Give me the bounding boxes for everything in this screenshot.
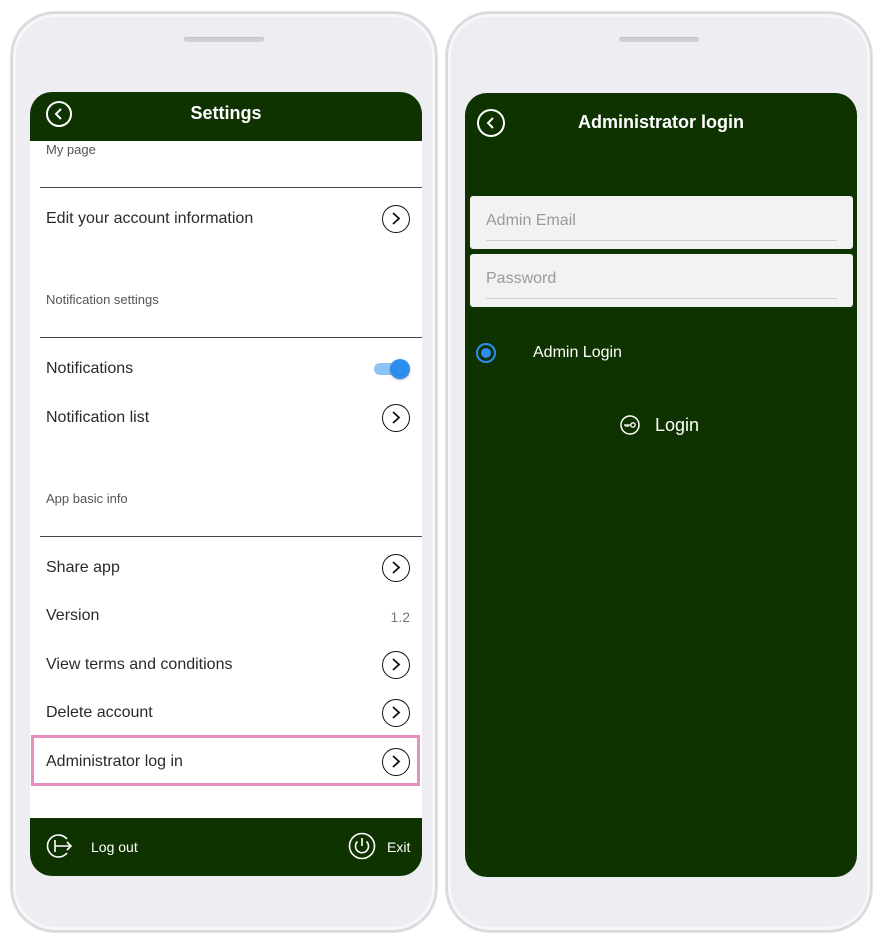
password-field[interactable] <box>470 254 853 307</box>
logout-label[interactable]: Log out <box>91 839 138 855</box>
chevron-right-icon[interactable] <box>382 554 410 582</box>
chevron-right-icon[interactable] <box>382 699 410 727</box>
chevron-right-icon[interactable] <box>382 651 410 679</box>
admin-login-radio[interactable] <box>476 343 496 363</box>
settings-header: Settings <box>30 92 422 141</box>
version-label: Version <box>46 607 100 624</box>
input-underline <box>486 298 837 299</box>
input-underline <box>486 240 837 241</box>
delete-account-label[interactable]: Delete account <box>46 704 153 722</box>
page-title: Administrator login <box>578 112 744 132</box>
page-title: Settings <box>190 103 262 123</box>
notifications-label: Notifications <box>46 360 134 377</box>
phone-frame-left: Settings My page Edit your account infor… <box>11 12 437 932</box>
version-value: 1.2 <box>390 609 410 625</box>
password-input[interactable] <box>486 266 836 292</box>
toggle-knob <box>390 359 410 379</box>
exit-label[interactable]: Exit <box>387 839 410 855</box>
section-app-basic-info: App basic info <box>46 491 128 506</box>
bottom-bar: Log out Exit <box>30 818 422 876</box>
power-icon[interactable] <box>348 832 376 860</box>
divider <box>40 337 422 338</box>
notification-list-label[interactable]: Notification list <box>46 409 149 427</box>
phone-frame-right: Administrator login Admin Login Login <box>446 12 872 932</box>
section-notification-settings: Notification settings <box>46 292 159 307</box>
admin-email-input[interactable] <box>486 208 836 234</box>
section-my-page: My page <box>46 142 96 157</box>
phone-speaker <box>619 37 699 42</box>
logout-icon[interactable] <box>45 832 73 860</box>
view-terms-label[interactable]: View terms and conditions <box>46 656 232 674</box>
admin-login-radio-label[interactable]: Admin Login <box>533 344 622 362</box>
key-icon <box>620 415 640 435</box>
notifications-toggle[interactable] <box>374 359 410 379</box>
divider <box>40 536 422 537</box>
share-app-label[interactable]: Share app <box>46 559 120 577</box>
admin-login-screen: Administrator login Admin Login Login <box>465 93 857 877</box>
edit-account-label[interactable]: Edit your account information <box>46 210 253 228</box>
admin-email-field[interactable] <box>470 196 853 249</box>
login-button-label[interactable]: Login <box>655 415 699 436</box>
phone-speaker <box>184 37 264 42</box>
divider <box>40 187 422 188</box>
login-button[interactable]: Login <box>615 411 725 441</box>
radio-selected-dot <box>481 348 491 358</box>
chevron-right-icon[interactable] <box>382 205 410 233</box>
chevron-right-icon[interactable] <box>382 404 410 432</box>
chevron-right-icon[interactable] <box>382 748 410 776</box>
admin-login-label[interactable]: Administrator log in <box>46 753 183 771</box>
settings-screen: Settings My page Edit your account infor… <box>30 92 422 876</box>
